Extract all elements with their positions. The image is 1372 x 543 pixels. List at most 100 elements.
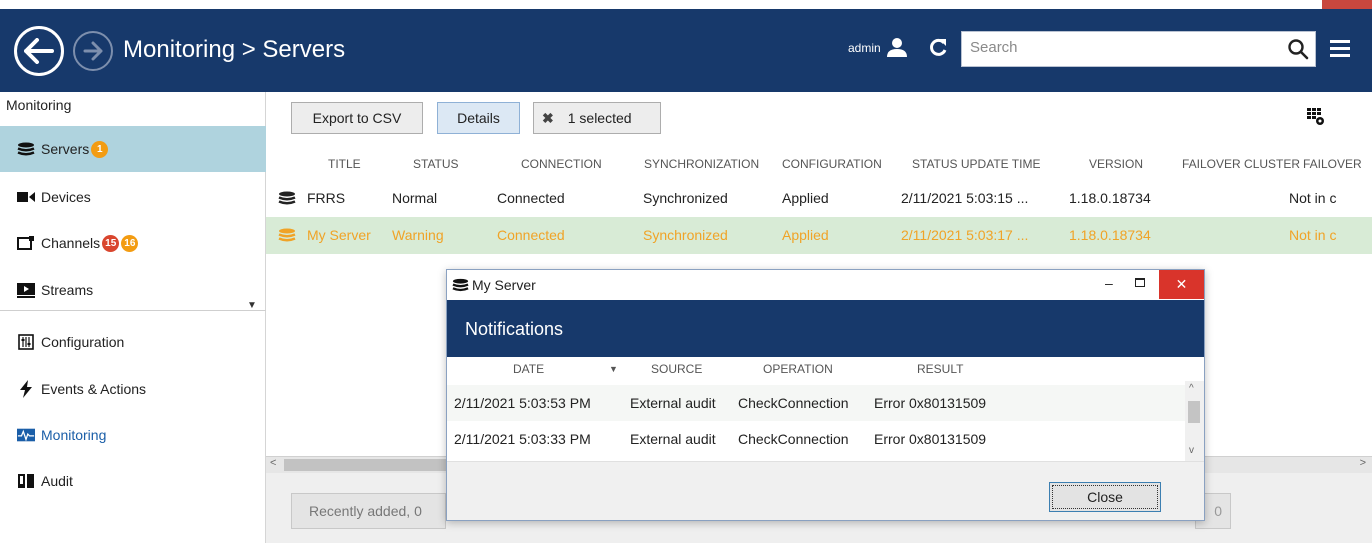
sidebar-item-label: Audit xyxy=(41,473,73,489)
sidebar-item-label: Configuration xyxy=(41,334,125,350)
cell-source: External audit xyxy=(630,431,716,447)
cell-config: Applied xyxy=(782,227,829,243)
book-icon xyxy=(17,473,35,489)
sidebar-item-label: Monitoring xyxy=(41,427,107,443)
column-header-configuration[interactable]: CONFIGURATION xyxy=(782,157,882,171)
channel-icon xyxy=(17,235,35,251)
cell-version: 1.18.0.18734 xyxy=(1069,227,1151,243)
table-row[interactable]: My Server Warning Connected Synchronized… xyxy=(266,217,1372,254)
cell-time: 2/11/2021 5:03:15 ... xyxy=(901,190,1029,206)
cell-failover: Not in c xyxy=(1289,190,1337,206)
cell-date: 2/11/2021 5:03:53 PM xyxy=(454,395,591,411)
cell-title: FRRS xyxy=(307,190,346,206)
clear-selection-icon: ✖ xyxy=(542,109,554,126)
column-header-connection[interactable]: CONNECTION xyxy=(521,157,602,171)
sidebar-item-label: Streams xyxy=(41,282,94,298)
column-header-status[interactable]: STATUS xyxy=(413,157,459,171)
user-icon[interactable] xyxy=(886,36,908,61)
sidebar-item-audit[interactable]: Audit xyxy=(0,458,266,504)
selection-count: 1 selected xyxy=(567,110,632,126)
sidebar-item-label: Channels xyxy=(41,235,101,251)
column-header-date[interactable]: DATE xyxy=(513,362,544,376)
top-strip xyxy=(0,0,1372,9)
maximize-icon[interactable] xyxy=(1135,278,1145,287)
sidebar-item-configuration[interactable]: Configuration xyxy=(0,319,266,365)
cell-title: My Server xyxy=(307,227,371,243)
sidebar-item-servers[interactable]: Servers 1 xyxy=(0,126,266,172)
close-icon[interactable]: ✕ xyxy=(1159,270,1204,299)
sort-descending-icon[interactable]: ▼ xyxy=(609,364,618,374)
cell-connection: Connected xyxy=(497,190,565,206)
chevron-down-icon[interactable]: v xyxy=(1189,445,1194,456)
sidebar-item-label: Devices xyxy=(41,189,91,205)
cell-sync: Synchronized xyxy=(643,227,728,243)
export-csv-button[interactable]: Export to CSV xyxy=(291,102,423,134)
table-row[interactable]: FRRS Normal Connected Synchronized Appli… xyxy=(266,180,1372,217)
menu-icon[interactable] xyxy=(1330,39,1350,60)
monitoring-icon xyxy=(17,427,35,443)
server-stack-icon xyxy=(278,191,296,208)
recently-added-button[interactable]: Recently added, 0 xyxy=(291,493,446,529)
column-header-result[interactable]: RESULT xyxy=(917,362,963,376)
dialog-header: Notifications xyxy=(447,300,1204,357)
sidebar-item-events-actions[interactable]: Events & Actions xyxy=(0,366,266,412)
column-header-source[interactable]: SOURCE xyxy=(651,362,702,376)
chevron-up-icon[interactable]: ^ xyxy=(1189,383,1194,394)
search-box[interactable] xyxy=(961,31,1316,67)
dialog-title: My Server xyxy=(472,277,536,293)
sidebar-divider xyxy=(0,310,266,311)
column-header-status-update-time[interactable]: STATUS UPDATE TIME xyxy=(912,157,1040,171)
dialog-footer: Close xyxy=(447,461,1204,520)
grid-settings-icon[interactable] xyxy=(1307,108,1325,129)
column-header-failover-cluster[interactable]: FAILOVER CLUSTER xyxy=(1182,157,1300,171)
sidebar: Monitoring Servers 1 Devices Channels 15… xyxy=(0,92,266,543)
chevron-left-icon[interactable]: < xyxy=(270,457,276,469)
count-badge: 16 xyxy=(121,234,139,252)
search-icon[interactable] xyxy=(1287,38,1309,63)
cell-failover: Not in c xyxy=(1289,227,1337,243)
column-header-failover[interactable]: FAILOVER xyxy=(1303,157,1362,171)
cell-version: 1.18.0.18734 xyxy=(1069,190,1151,206)
sidebar-item-streams[interactable]: Streams xyxy=(0,267,266,313)
search-input[interactable] xyxy=(970,39,1260,56)
cell-source: External audit xyxy=(630,395,716,411)
page-title: Monitoring > Servers xyxy=(123,36,346,63)
server-stack-icon xyxy=(17,141,35,157)
scrollbar-thumb[interactable] xyxy=(1188,401,1200,423)
column-header-synchronization[interactable]: SYNCHRONIZATION xyxy=(644,157,759,171)
dialog-titlebar[interactable]: My Server – ✕ xyxy=(447,270,1204,300)
vertical-scrollbar[interactable]: ^ v xyxy=(1185,381,1204,461)
clear-selection-button[interactable]: ✖ 1 selected xyxy=(533,102,661,134)
lightning-icon xyxy=(17,380,35,398)
cell-connection: Connected xyxy=(497,227,565,243)
minimize-icon[interactable]: – xyxy=(1105,275,1113,291)
sidebar-item-devices[interactable]: Devices xyxy=(0,174,266,220)
forward-arrow-icon[interactable] xyxy=(73,31,113,71)
details-button[interactable]: Details xyxy=(437,102,520,134)
sidebar-item-channels[interactable]: Channels 15 16 xyxy=(0,220,266,266)
top-red-strip xyxy=(1322,0,1372,9)
cell-result: Error 0x80131509 xyxy=(874,431,987,447)
notifications-dialog: My Server – ✕ Notifications DATE ▼ SOURC… xyxy=(446,269,1205,521)
server-stack-icon xyxy=(278,228,296,245)
refresh-icon[interactable] xyxy=(928,37,948,60)
cell-operation: CheckConnection xyxy=(738,431,849,447)
count-badge: 1 xyxy=(91,140,109,158)
list-item[interactable]: 2/11/2021 5:03:33 PM External audit Chec… xyxy=(447,421,1185,457)
sidebar-header: Monitoring xyxy=(6,97,72,113)
chevron-right-icon[interactable]: > xyxy=(1360,457,1366,469)
sidebar-item-label: Events & Actions xyxy=(41,381,147,397)
column-header-operation[interactable]: OPERATION xyxy=(763,362,833,376)
count-badge: 15 xyxy=(102,234,120,252)
cell-date: 2/11/2021 5:03:33 PM xyxy=(454,431,591,447)
close-button[interactable]: Close xyxy=(1049,482,1161,512)
list-item[interactable]: 2/11/2021 5:03:53 PM External audit Chec… xyxy=(447,385,1185,421)
column-header-title[interactable]: TITLE xyxy=(328,157,361,171)
column-header-version[interactable]: VERSION xyxy=(1089,157,1143,171)
cell-status: Normal xyxy=(392,190,438,206)
cell-sync: Synchronized xyxy=(643,190,728,206)
back-arrow-icon[interactable] xyxy=(14,26,64,76)
sidebar-item-monitoring[interactable]: Monitoring xyxy=(0,412,266,458)
cell-result: Error 0x80131509 xyxy=(874,395,987,411)
user-name[interactable]: admin xyxy=(848,41,881,55)
